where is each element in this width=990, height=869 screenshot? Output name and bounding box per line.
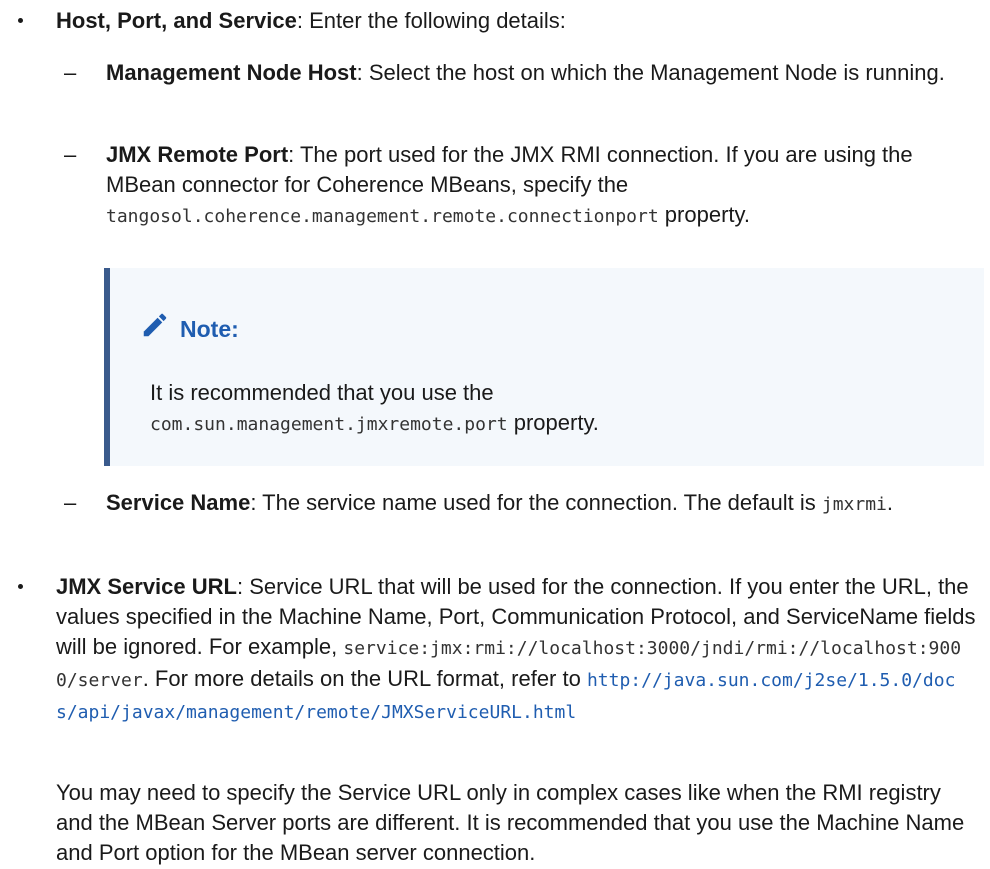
code-jmxremote-port: com.sun.management.jmxremote.port [150, 414, 508, 435]
code-connectionport: tangosol.coherence.management.remote.con… [106, 206, 659, 227]
note-heading: Note: [140, 310, 239, 347]
note-title: Note: [180, 315, 239, 342]
bullet-marker [10, 6, 30, 36]
bullet-mid: . For more details on the URL format, re… [142, 666, 587, 691]
code-jmxrmi: jmxrmi [821, 494, 887, 515]
bullet-host-port-service: Host, Port, and Service: Enter the follo… [56, 6, 976, 36]
sub-item-text: : Select the host on which the Managemen… [356, 60, 945, 85]
note-tail: property. [507, 410, 599, 435]
note-box: Note: It is recommended that you use the… [104, 268, 984, 466]
paragraph-service-url-note: You may need to specify the Service URL … [56, 778, 976, 868]
term-jmx-remote-port: JMX Remote Port [106, 142, 289, 167]
sub-item-tail: . [886, 490, 894, 515]
sub-item-tail: property. [658, 202, 750, 227]
paragraph-text: You may need to specify the Service URL … [56, 780, 965, 865]
term-jmx-service-url: JMX Service URL [56, 574, 237, 599]
sub-item-text: : The service name used for the connecti… [250, 490, 822, 515]
dash-marker: – [64, 490, 77, 515]
sub-item-service-name: – Service Name: The service name used fo… [64, 488, 966, 520]
dash-marker: – [64, 142, 77, 167]
term-service-name: Service Name [106, 490, 251, 515]
term-host-port-service: Host, Port, and Service [56, 8, 297, 33]
bullet-marker [10, 572, 30, 602]
note-code-line: com.sun.management.jmxremote.port proper… [150, 408, 970, 440]
dash-marker: – [64, 60, 77, 85]
sub-item-jmx-remote-port: – JMX Remote Port: The port used for the… [64, 140, 966, 232]
term-management-node-host: Management Node Host [106, 60, 357, 85]
note-body: It is recommended that you use the com.s… [150, 378, 970, 440]
sub-item-management-node-host: – Management Node Host: Select the host … [64, 58, 966, 88]
bullet-text: : Enter the following details: [296, 8, 566, 33]
note-text: It is recommended that you use the [150, 380, 494, 405]
bullet-jmx-service-url: JMX Service URL: Service URL that will b… [56, 572, 976, 728]
pencil-icon [140, 310, 170, 347]
